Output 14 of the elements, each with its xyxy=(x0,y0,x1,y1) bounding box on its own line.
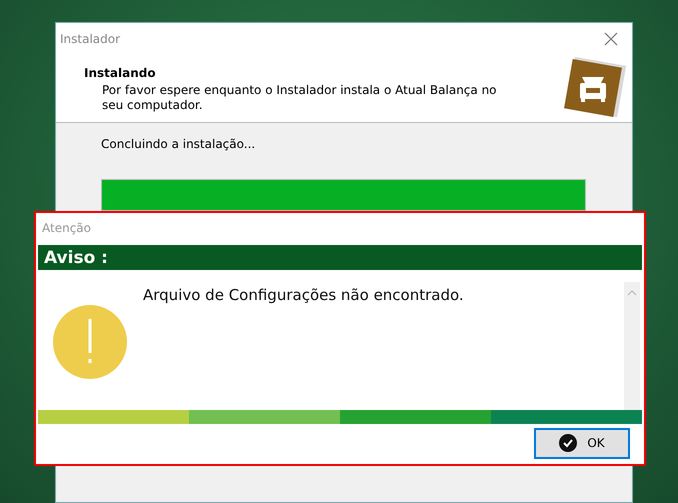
warning-icon xyxy=(53,305,127,379)
alert-message: Arquivo de Configurações não encontrado. xyxy=(143,286,464,306)
header-text: Aviso : xyxy=(44,248,108,268)
scroll-up-icon[interactable] xyxy=(627,290,637,296)
window-title: Instalador xyxy=(60,32,120,46)
dialog-title: Atenção xyxy=(42,221,92,237)
scrollbar[interactable] xyxy=(624,282,640,410)
ok-button[interactable]: OK xyxy=(534,428,630,458)
install-description: Por favor espere enquanto o Instalador instala o Atual Balança no seu computador. xyxy=(101,83,498,113)
close-icon[interactable] xyxy=(604,32,618,46)
install-heading: Instalando xyxy=(84,66,157,80)
status-text: Concluindo a instalação... xyxy=(101,137,256,151)
check-icon xyxy=(559,434,578,452)
scale-icon xyxy=(562,55,626,119)
